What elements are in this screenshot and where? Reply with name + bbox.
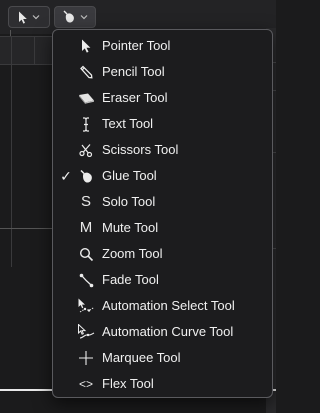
left-click-tool-button[interactable] [8,6,50,28]
checkmark-icon: ✓ [60,167,72,184]
menu-item-marquee-tool[interactable]: Marquee Tool [53,345,272,371]
menu-item-label: Automation Select Tool [102,298,235,313]
mute-icon: M [79,219,93,236]
flex-icon: <> [78,377,93,391]
menu-item-zoom-tool[interactable]: Zoom Tool [53,241,272,267]
editor-window: Pointer Tool Pencil Tool Eraser Tool Tex… [0,0,276,413]
menu-item-label: Glue Tool [102,168,157,183]
text-cursor-icon [77,116,95,132]
divider [0,228,52,229]
chevron-down-icon [32,14,40,20]
menu-item-label: Automation Curve Tool [102,324,234,339]
menu-item-fade-tool[interactable]: Fade Tool [53,267,272,293]
menu-item-label: Mute Tool [102,220,159,235]
menu-item-text-tool[interactable]: Text Tool [53,111,272,137]
pencil-icon [77,64,95,80]
menu-item-label: Zoom Tool [102,246,163,261]
automation-curve-icon [77,324,95,340]
automation-select-icon [77,298,95,314]
menu-item-label: Text Tool [102,116,154,131]
menu-item-eraser-tool[interactable]: Eraser Tool [53,85,272,111]
scissors-icon [77,142,95,158]
marquee-icon [77,350,95,366]
zoom-icon [77,246,95,262]
pointer-icon [18,11,28,24]
ruler-area [0,37,52,65]
menu-item-automation-select-tool[interactable]: Automation Select Tool [53,293,272,319]
command-click-tool-button[interactable] [54,6,96,28]
menu-item-mute-tool[interactable]: M Mute Tool [53,215,272,241]
menu-item-label: Solo Tool [102,194,156,209]
menu-item-label: Marquee Tool [102,350,181,365]
menu-item-glue-tool[interactable]: ✓ Glue Tool [53,163,272,189]
menu-item-label: Pointer Tool [102,38,171,53]
divider [0,36,52,37]
menu-item-pointer-tool[interactable]: Pointer Tool [53,33,272,59]
menu-item-pencil-tool[interactable]: Pencil Tool [53,59,272,85]
menu-item-label: Eraser Tool [102,90,168,105]
chevron-down-icon [80,14,88,20]
fade-icon [77,272,95,288]
menu-item-scissors-tool[interactable]: Scissors Tool [53,137,272,163]
glue-icon [77,168,95,184]
menu-item-flex-tool[interactable]: <> Flex Tool [53,371,272,397]
divider [34,37,35,65]
glue-icon [62,10,76,24]
menu-item-label: Fade Tool [102,272,159,287]
menu-item-label: Flex Tool [102,376,154,391]
solo-icon: S [80,193,91,210]
menu-item-solo-tool[interactable]: S Solo Tool [53,189,272,215]
divider [11,37,12,267]
divider [0,64,52,65]
tool-menu: Pointer Tool Pencil Tool Eraser Tool Tex… [52,29,273,398]
menu-item-automation-curve-tool[interactable]: Automation Curve Tool [53,319,272,345]
menu-item-label: Pencil Tool [102,64,165,79]
menu-item-label: Scissors Tool [102,142,179,157]
eraser-icon [77,90,95,106]
pointer-icon [77,38,95,54]
